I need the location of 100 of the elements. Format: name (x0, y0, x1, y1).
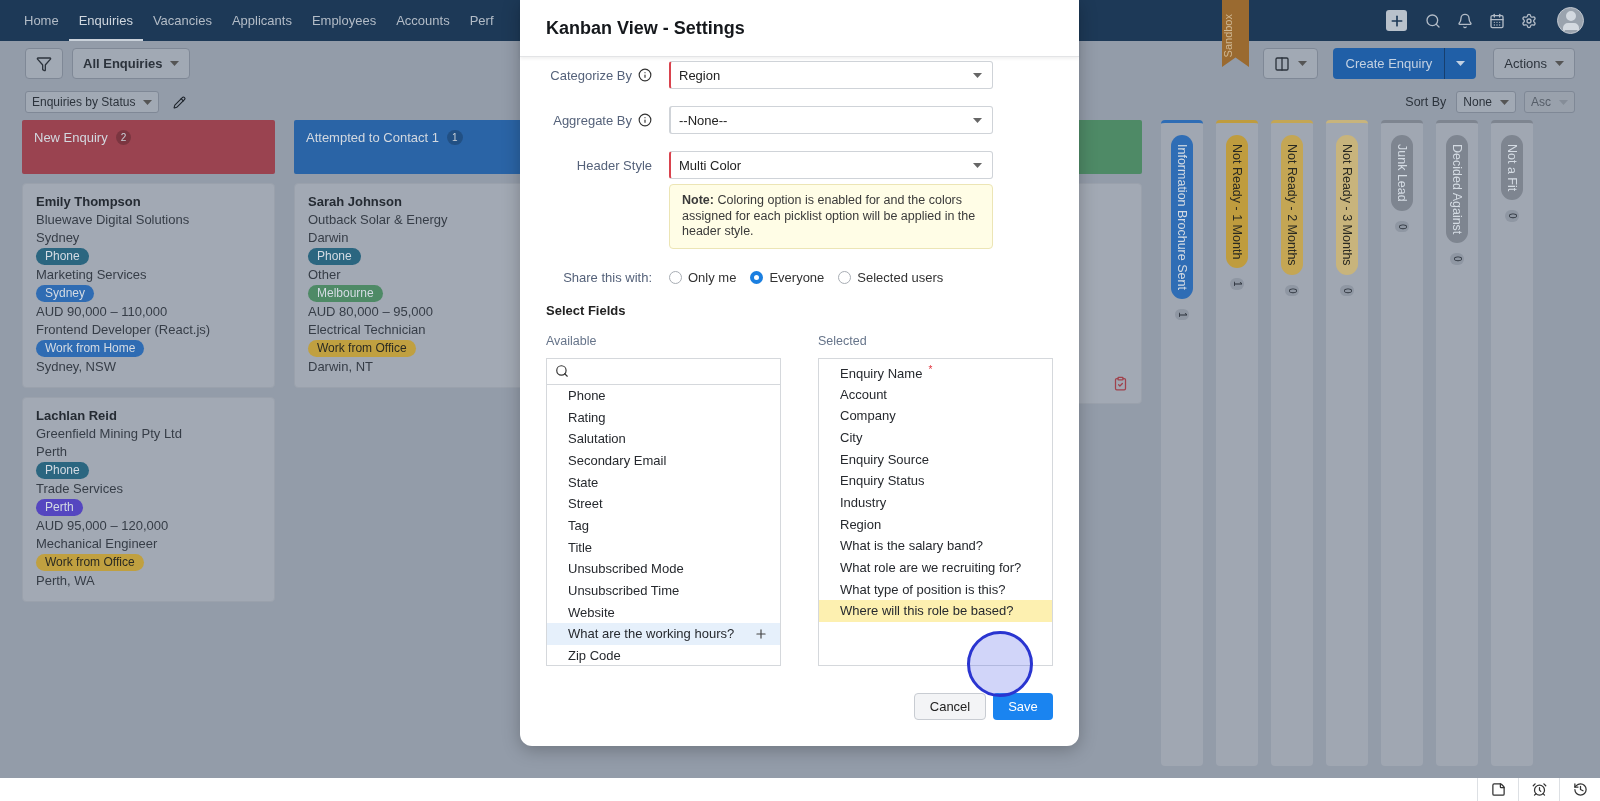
dropdown-field[interactable]: Multi Color (669, 151, 993, 179)
radio-button[interactable] (838, 270, 852, 284)
field-option[interactable]: Rating (547, 406, 780, 428)
enquiry-card[interactable]: Emily Thompson Bluewave Digital Solutions Sydney Phone Marketing Services Sydney AUD 90,000 – 110,000 Frontend Developer (React.js) Work from Home Sydney, NSW (22, 183, 275, 388)
dropdown-field[interactable]: --None-- (669, 106, 993, 134)
collapsed-column[interactable]: Information Brochure Sent 1 (1161, 120, 1203, 766)
tag: Melbourne (308, 285, 383, 302)
column-title: Not Ready - 1 Month (1226, 135, 1248, 269)
filter-button[interactable] (25, 48, 63, 79)
nav-tab[interactable]: Enquiries (68, 0, 143, 41)
tag: Work from Home (36, 340, 145, 357)
field-option[interactable]: City (819, 426, 1052, 449)
collapsed-column[interactable]: Not Ready - 1 Month 1 (1216, 120, 1258, 766)
nav-tab[interactable]: Employees (301, 0, 387, 41)
enquiry-card[interactable]: Lachlan Reid Greenfield Mining Pty Ltd Perth Phone Trade Services Perth AUD 95,000 – 120,000 Mechanical Engineer Work from Office Perth, WA (22, 397, 275, 602)
sort-label: Sort By (1405, 95, 1447, 109)
field-option[interactable]: What type of position is this? (819, 578, 1052, 601)
caret-icon (1500, 99, 1509, 105)
caret-icon (1555, 61, 1564, 66)
caret-icon (1298, 61, 1308, 66)
tag: Work from Office (36, 554, 144, 571)
note-text: Note: Coloring option is enabled for and the colors assigned for each picklist option will be applied in the header style. (669, 184, 993, 249)
clipboard-check-icon[interactable] (1113, 376, 1128, 391)
field-option[interactable]: Salutation (547, 427, 780, 450)
collapsed-column[interactable]: Not Ready - 3 Months 0 (1326, 120, 1368, 766)
collapsed-column[interactable]: Not Ready - 2 Months 0 (1271, 120, 1313, 766)
column-title: Information Brochure Sent (1171, 135, 1193, 299)
actions-button[interactable]: Actions (1493, 48, 1575, 79)
card-field: Marketing Services (36, 267, 147, 283)
settings-button[interactable] (1521, 12, 1537, 29)
card-field: Sydney, NSW (36, 359, 116, 375)
field-option[interactable]: Tag (547, 514, 780, 537)
create-options-button[interactable] (1444, 48, 1477, 79)
sort-field-dropdown[interactable]: None (1456, 91, 1516, 113)
info-icon[interactable] (638, 68, 652, 82)
card-field: Trade Services (36, 481, 123, 497)
collapsed-column[interactable]: Not a Fit 0 (1491, 120, 1533, 766)
radio-label[interactable]: Only me (688, 269, 737, 285)
collapsed-column[interactable]: Junk Lead 0 (1381, 120, 1423, 766)
field-option[interactable]: What are the working hours? (547, 623, 780, 645)
calendar-button[interactable] (1489, 12, 1505, 29)
field-option[interactable]: State (547, 471, 780, 493)
add-icon[interactable] (754, 626, 768, 641)
field-option[interactable]: Website (547, 601, 780, 624)
dropdown-field[interactable]: Region (669, 61, 993, 89)
radio-label[interactable]: Selected users (857, 269, 944, 285)
notifications-button[interactable] (1457, 12, 1473, 29)
field-label: Share this with: (563, 269, 652, 285)
nav-tab[interactable]: Perf (459, 0, 504, 41)
field-option[interactable]: Where will this role be based? (819, 600, 1052, 622)
add-button[interactable] (1386, 10, 1407, 31)
search-icon (1425, 12, 1441, 29)
field-option[interactable]: Industry (819, 491, 1052, 514)
card-field: Perth, WA (36, 573, 95, 589)
avatar[interactable] (1557, 7, 1584, 34)
field-option[interactable]: Title (547, 536, 780, 558)
field-option[interactable]: Region (819, 513, 1052, 535)
caret-icon (973, 162, 982, 168)
nav-tab[interactable]: Vacancies (142, 0, 222, 41)
note-icon (1490, 782, 1506, 797)
field-option[interactable]: Enquiry Name $^{*}$ (819, 361, 1052, 384)
column-title: New Enquiry (34, 130, 108, 146)
field-option[interactable]: Street (547, 492, 780, 515)
kanban-view-dropdown[interactable] (1263, 48, 1319, 79)
layout-dropdown[interactable]: Enquiries by Status (25, 91, 160, 113)
nav-tab[interactable]: Home (14, 0, 69, 41)
field-option[interactable]: Unsubscribed Time (547, 579, 780, 602)
field-option[interactable]: Zip Code (547, 644, 780, 667)
card-field: AUD 90,000 – 110,000 (36, 304, 168, 320)
collapsed-column[interactable]: Decided Against 0 (1436, 120, 1478, 766)
card-field: Outback Solar & Energy (308, 212, 448, 228)
field-option[interactable]: What role are we recruiting for? (819, 556, 1052, 579)
save-button[interactable]: Save (993, 693, 1053, 720)
card-field: Darwin, NT (308, 359, 373, 375)
search-button[interactable] (1425, 12, 1441, 29)
column-title: Not Ready - 3 Months (1336, 135, 1358, 275)
column-title: Not Ready - 2 Months (1281, 135, 1303, 275)
info-icon[interactable] (638, 113, 652, 127)
nav-tab[interactable]: Accounts (386, 0, 460, 41)
column-title: Decided Against (1446, 135, 1468, 244)
field-option[interactable]: Phone (547, 384, 780, 407)
pencil-icon[interactable] (173, 95, 187, 109)
nav-tab[interactable]: Applicants (221, 0, 302, 41)
card-field: Perth (36, 444, 68, 460)
field-option[interactable]: Account (819, 383, 1052, 405)
radio-label[interactable]: Everyone (769, 269, 825, 285)
field-option[interactable]: What is the salary band? (819, 535, 1052, 557)
radio-button[interactable] (669, 270, 682, 284)
view-dropdown[interactable]: All Enquiries (72, 48, 191, 79)
field-option[interactable]: Secondary Email (547, 449, 780, 472)
field-option[interactable]: Enquiry Source (819, 448, 1052, 470)
settings-icon (1521, 12, 1537, 29)
cancel-button[interactable]: Cancel (914, 693, 986, 720)
create-enquiry-button[interactable]: Create Enquiry (1333, 48, 1445, 79)
field-option[interactable]: Company (819, 404, 1052, 427)
field-option[interactable]: Unsubscribed Mode (547, 558, 780, 580)
field-option[interactable]: Enquiry Status (819, 469, 1052, 492)
field-label: Categorize By (550, 67, 632, 83)
history-icon (1572, 782, 1588, 797)
radio-button[interactable] (750, 270, 764, 284)
